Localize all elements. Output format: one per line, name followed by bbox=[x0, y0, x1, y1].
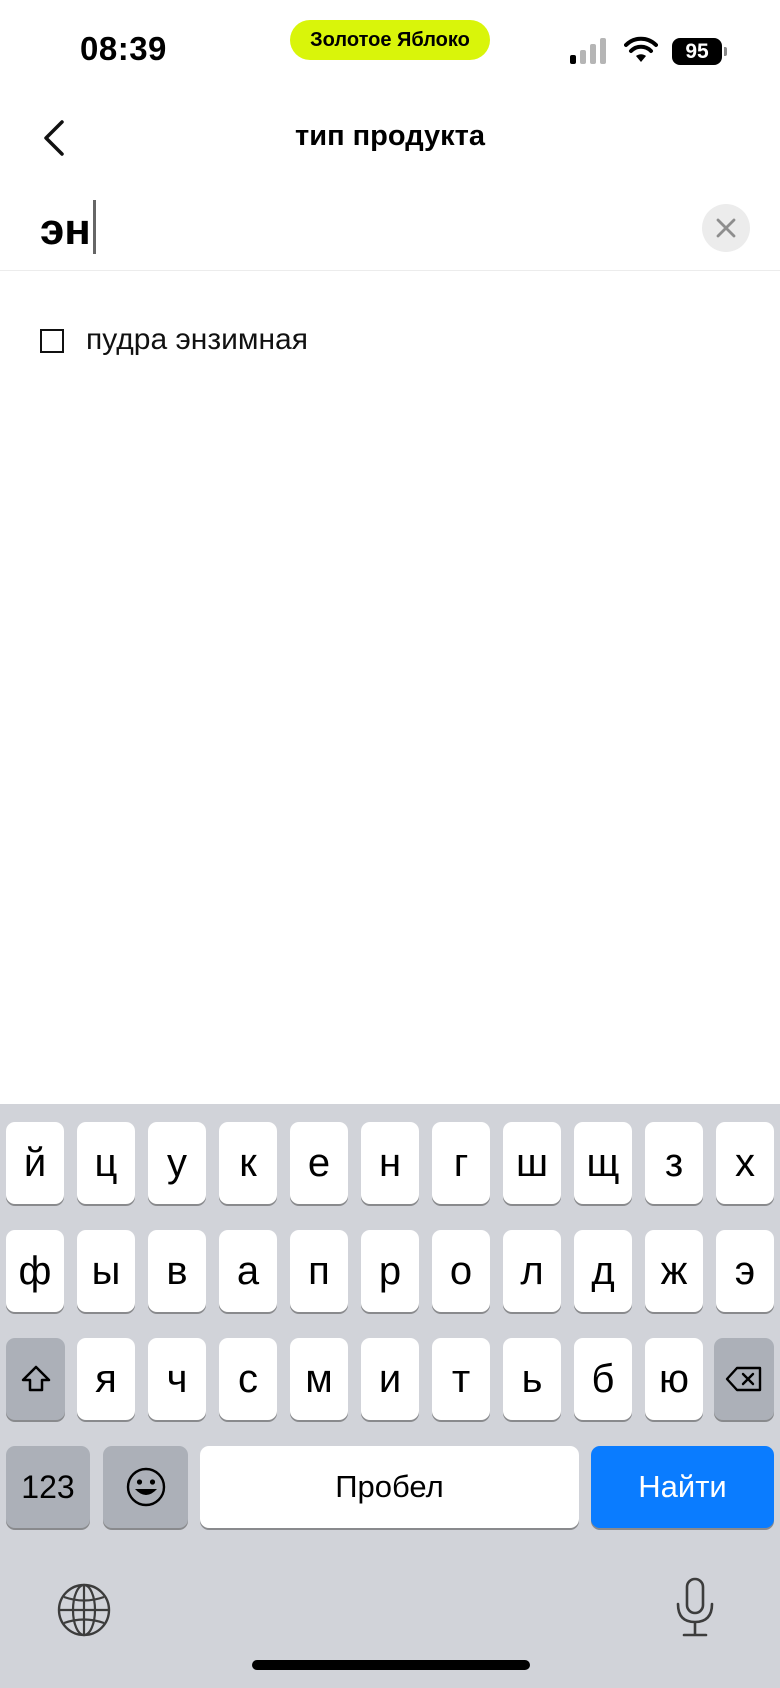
key-letter[interactable]: у bbox=[148, 1122, 206, 1204]
key-letter[interactable]: и bbox=[361, 1338, 419, 1420]
key-letter[interactable]: к bbox=[219, 1122, 277, 1204]
key-letter[interactable]: с bbox=[219, 1338, 277, 1420]
divider bbox=[0, 270, 780, 271]
key-letter[interactable]: г bbox=[432, 1122, 490, 1204]
key-letter[interactable]: л bbox=[503, 1230, 561, 1312]
key-letter[interactable]: р bbox=[361, 1230, 419, 1312]
app-label-pill: Золотое Яблоко bbox=[290, 20, 490, 60]
emoji-key[interactable] bbox=[103, 1446, 188, 1528]
text-cursor bbox=[92, 200, 96, 254]
page-title: тип продукта bbox=[295, 120, 485, 152]
backspace-icon bbox=[725, 1366, 762, 1392]
key-letter[interactable]: н bbox=[361, 1122, 419, 1204]
key-letter[interactable]: м bbox=[290, 1338, 348, 1420]
key-letter[interactable]: з bbox=[645, 1122, 703, 1204]
emoji-icon bbox=[126, 1467, 165, 1507]
wifi-icon bbox=[624, 36, 658, 62]
numbers-key[interactable]: 123 bbox=[6, 1446, 90, 1528]
key-letter[interactable]: й bbox=[6, 1122, 64, 1204]
list-item-label: пудра энзимная bbox=[86, 323, 308, 356]
key-letter[interactable]: ц bbox=[77, 1122, 135, 1204]
key-letter[interactable]: т bbox=[432, 1338, 490, 1420]
key-letter[interactable]: ы bbox=[77, 1230, 135, 1312]
key-letter[interactable]: д bbox=[574, 1230, 632, 1312]
checkbox[interactable] bbox=[40, 329, 64, 353]
key-letter[interactable]: э bbox=[716, 1230, 774, 1312]
key-letter[interactable]: ж bbox=[645, 1230, 703, 1312]
close-icon bbox=[716, 218, 736, 238]
key-letter[interactable]: ю bbox=[645, 1338, 703, 1420]
key-letter[interactable]: п bbox=[290, 1230, 348, 1312]
key-letter[interactable]: е bbox=[290, 1122, 348, 1204]
clear-search-button[interactable] bbox=[702, 204, 750, 252]
status-time: 08:39 bbox=[80, 30, 167, 67]
key-letter[interactable]: ч bbox=[148, 1338, 206, 1420]
shift-arrow-icon bbox=[21, 1365, 50, 1392]
battery-level: 95 bbox=[672, 38, 722, 65]
key-letter[interactable]: ф bbox=[6, 1230, 64, 1312]
globe-icon[interactable] bbox=[56, 1582, 112, 1638]
key-letter[interactable]: а bbox=[219, 1230, 277, 1312]
key-letter[interactable]: о bbox=[432, 1230, 490, 1312]
battery-icon: 95 bbox=[672, 38, 728, 65]
key-letter[interactable]: ь bbox=[503, 1338, 561, 1420]
key-letter[interactable]: б bbox=[574, 1338, 632, 1420]
backspace-key[interactable] bbox=[714, 1338, 774, 1420]
key-letter[interactable]: в bbox=[148, 1230, 206, 1312]
key-letter[interactable]: я bbox=[77, 1338, 135, 1420]
key-letter[interactable]: х bbox=[716, 1122, 774, 1204]
key-letter[interactable]: ш bbox=[503, 1122, 561, 1204]
home-indicator[interactable] bbox=[252, 1660, 530, 1670]
list-item[interactable]: пудра энзимная bbox=[40, 318, 308, 362]
search-submit-key[interactable]: Найти bbox=[591, 1446, 774, 1528]
key-letter[interactable]: щ bbox=[574, 1122, 632, 1204]
search-input[interactable] bbox=[40, 200, 660, 260]
microphone-icon[interactable] bbox=[672, 1576, 718, 1640]
cellular-signal-icon bbox=[570, 38, 610, 64]
on-screen-keyboard: й ц у к е н г ш щ з х ф ы в а п р о л д … bbox=[0, 1104, 780, 1688]
space-key[interactable]: Пробел bbox=[200, 1446, 579, 1528]
shift-key[interactable] bbox=[6, 1338, 65, 1420]
